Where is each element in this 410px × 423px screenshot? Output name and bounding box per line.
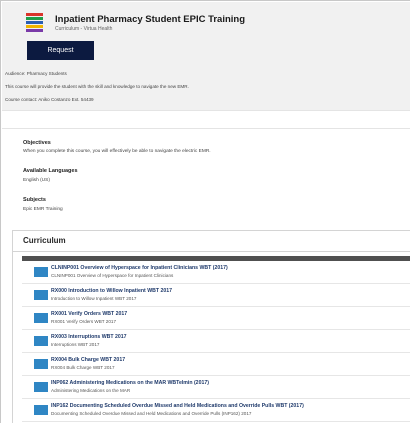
subjects-value: Epic EMR Training (23, 207, 63, 212)
objectives-text: When you complete this course, you will … (23, 149, 211, 154)
curriculum-item-desc: RX001 Verify Orders WBT 2017 (51, 319, 117, 324)
description-text: This course will provide the student wit… (5, 84, 189, 89)
curriculum-item-title[interactable]: RX001 Verify Orders WBT 2017 (51, 311, 127, 317)
curriculum-item-title[interactable]: RX000 Introduction to Willow Inpatient W… (51, 288, 172, 294)
course-module-icon (34, 313, 48, 323)
course-header: Inpatient Pharmacy Student EPIC Training… (2, 2, 410, 110)
curriculum-heading: Curriculum (23, 236, 66, 245)
course-module-icon (34, 267, 48, 277)
objectives-label: Objectives (23, 140, 51, 146)
course-contact-text: Course contact: Aniko Costanzo Ext. 5443… (5, 97, 94, 102)
curriculum-item-title[interactable]: CLNINP001 Overview of Hyperspace for Inp… (51, 265, 228, 271)
curriculum-item[interactable]: RX003 Interruptions WBT 2017 Interruptio… (22, 331, 410, 353)
curriculum-item-title[interactable]: INP062 Administering Medications on the … (51, 380, 209, 386)
curriculum-item[interactable]: INP162 Documenting Scheduled Overdue Mis… (22, 400, 410, 422)
curriculum-item-title[interactable]: INP162 Documenting Scheduled Overdue Mis… (51, 403, 304, 409)
curriculum-divider (13, 251, 410, 252)
request-button[interactable]: Request (27, 41, 94, 60)
curriculum-header-bar (22, 256, 410, 261)
section-divider (2, 110, 410, 129)
curriculum-item-desc: CLNINP001 Overview of Hyperspace for Inp… (51, 273, 174, 278)
curriculum-item[interactable]: RX001 Verify Orders WBT 2017 RX001 Verif… (22, 308, 410, 330)
curriculum-panel: Curriculum CLNINP001 Overview of Hypersp… (12, 230, 410, 423)
course-module-icon (34, 336, 48, 346)
course-curriculum-icon (26, 13, 43, 35)
course-subtitle: Curriculum - Virtua Health (55, 26, 113, 32)
subjects-label: Subjects (23, 197, 46, 203)
languages-value: English (US) (23, 178, 50, 183)
page-frame: Inpatient Pharmacy Student EPIC Training… (0, 0, 410, 423)
curriculum-item[interactable]: RX000 Introduction to Willow Inpatient W… (22, 285, 410, 307)
curriculum-item-title[interactable]: RX003 Interruptions WBT 2017 (51, 334, 127, 340)
curriculum-item-title[interactable]: RX004 Bulk Charge WBT 2017 (51, 357, 125, 363)
course-module-icon (34, 359, 48, 369)
languages-label: Available Languages (23, 168, 78, 174)
curriculum-item-desc: Interruptions WBT 2017 (51, 342, 100, 347)
curriculum-item[interactable]: CLNINP001 Overview of Hyperspace for Inp… (22, 262, 410, 284)
course-module-icon (34, 405, 48, 415)
curriculum-item[interactable]: INP062 Administering Medications on the … (22, 377, 410, 399)
curriculum-item-desc: Introduction to Willow Inpatient WBT 201… (51, 296, 137, 301)
audience-text: Audience: Pharmacy Students (5, 71, 67, 76)
course-module-icon (34, 290, 48, 300)
course-module-icon (34, 382, 48, 392)
curriculum-item[interactable]: RX004 Bulk Charge WBT 2017 RX004 Bulk Ch… (22, 354, 410, 376)
curriculum-item-desc: RX004 Bulk Charge WBT 2017 (51, 365, 115, 370)
curriculum-item-desc: Documenting Scheduled Overdue Missed and… (51, 411, 252, 416)
course-title: Inpatient Pharmacy Student EPIC Training (55, 14, 246, 25)
curriculum-item-desc: Administering Medications on the MAR (51, 388, 131, 393)
